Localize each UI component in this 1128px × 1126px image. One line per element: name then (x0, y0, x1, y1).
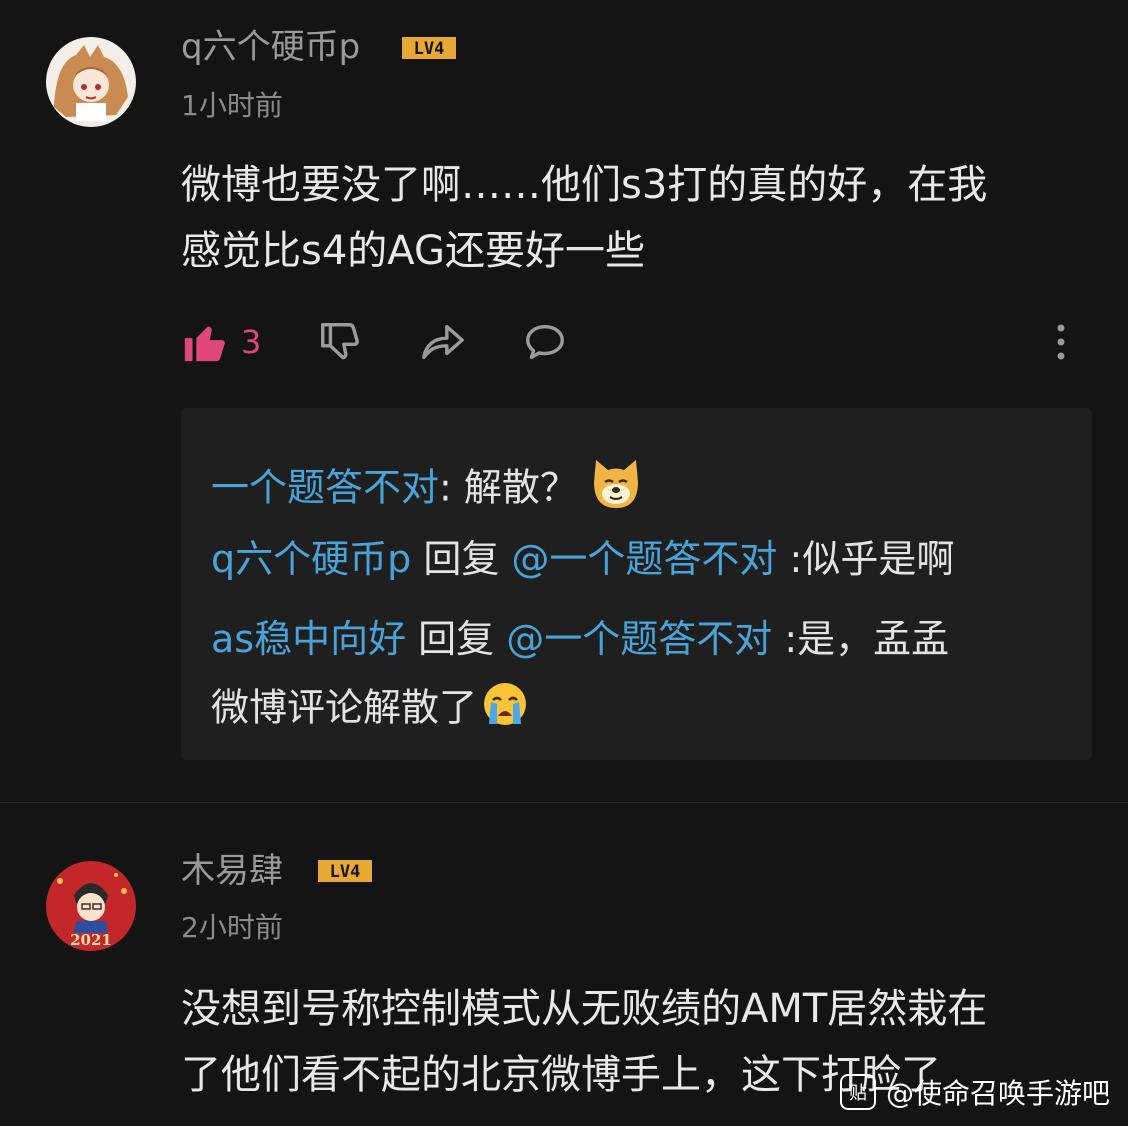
watermark-text: @使命召唤手游吧 (885, 1077, 1110, 1110)
reply-text: : 解散？ (439, 465, 578, 510)
reply-item: 一个题答不对: 解散？ (211, 456, 644, 524)
reply-mention[interactable]: @一个题答不对 (506, 617, 772, 661)
comment-body-line: 没想到号称控制模式从无败绩的AMT居然栽在 (181, 986, 988, 1032)
level-badge: LV4 (318, 860, 372, 882)
reply-mention[interactable]: @一个题答不对 (511, 537, 777, 581)
tieba-badge-icon: 贴 (839, 1074, 876, 1110)
post-time: 2小时前 (181, 911, 283, 944)
share-button[interactable] (419, 315, 467, 369)
dislike-button[interactable] (317, 315, 363, 369)
action-bar: 3 (181, 315, 1081, 369)
doge-emoji-icon (588, 456, 644, 524)
username[interactable]: 木易肆 (181, 851, 283, 891)
more-options-button[interactable] (1049, 315, 1073, 369)
username[interactable]: q六个硬币p (181, 27, 360, 67)
reply-item-continued: 微博评论解散了 (211, 680, 529, 740)
replies-box[interactable]: 一个题答不对: 解散？ q六个硬币p 回复 @一个题答不对 :似乎是啊 as稳中… (181, 408, 1092, 760)
post-time: 1小时前 (181, 89, 283, 122)
svg-text:2021: 2021 (70, 931, 112, 949)
share-icon (422, 324, 464, 360)
user-avatar[interactable]: 2021 (46, 861, 136, 951)
reply-author[interactable]: as稳中向好 (211, 617, 406, 661)
thumbs-up-icon (184, 326, 225, 362)
comment-body-line: 微博也要没了啊……他们s3打的真的好，在我 (181, 162, 988, 208)
watermark: 贴 @使命召唤手游吧 (839, 1072, 1110, 1112)
reply-item: q六个硬币p 回复 @一个题答不对 :似乎是啊 (211, 534, 954, 584)
reply-author[interactable]: 一个题答不对 (211, 466, 439, 510)
reply-button[interactable] (521, 315, 569, 369)
reply-text: :是，孟孟 (772, 617, 950, 661)
crying-emoji-icon (481, 680, 529, 740)
comment-bubble-icon (526, 324, 564, 360)
user-avatar[interactable] (46, 37, 136, 127)
svg-text:LV4: LV4 (330, 862, 361, 882)
reply-text: :似乎是啊 (777, 537, 955, 581)
comment-body-line: 感觉比s4的AG还要好一些 (181, 228, 645, 274)
like-button[interactable]: 3 (181, 315, 261, 369)
more-vertical-icon (1057, 324, 1065, 360)
comment-item: q六个硬币p LV4 1小时前 微博也要没了啊……他们s3打的真的好，在我 感觉… (0, 0, 1128, 802)
reply-word: 回复 (406, 617, 507, 661)
reply-text: 微博评论解散了 (211, 685, 478, 730)
svg-text:LV4: LV4 (414, 39, 445, 59)
reply-author[interactable]: q六个硬币p (211, 537, 411, 581)
level-badge: LV4 (402, 37, 456, 59)
like-count: 3 (241, 323, 262, 361)
reply-item: as稳中向好 回复 @一个题答不对 :是，孟孟 (211, 614, 949, 664)
thumbs-down-icon (321, 323, 359, 360)
reply-word: 回复 (411, 537, 512, 581)
comment-body: 微博也要没了啊……他们s3打的真的好，在我 感觉比s4的AG还要好一些 (181, 152, 1081, 284)
